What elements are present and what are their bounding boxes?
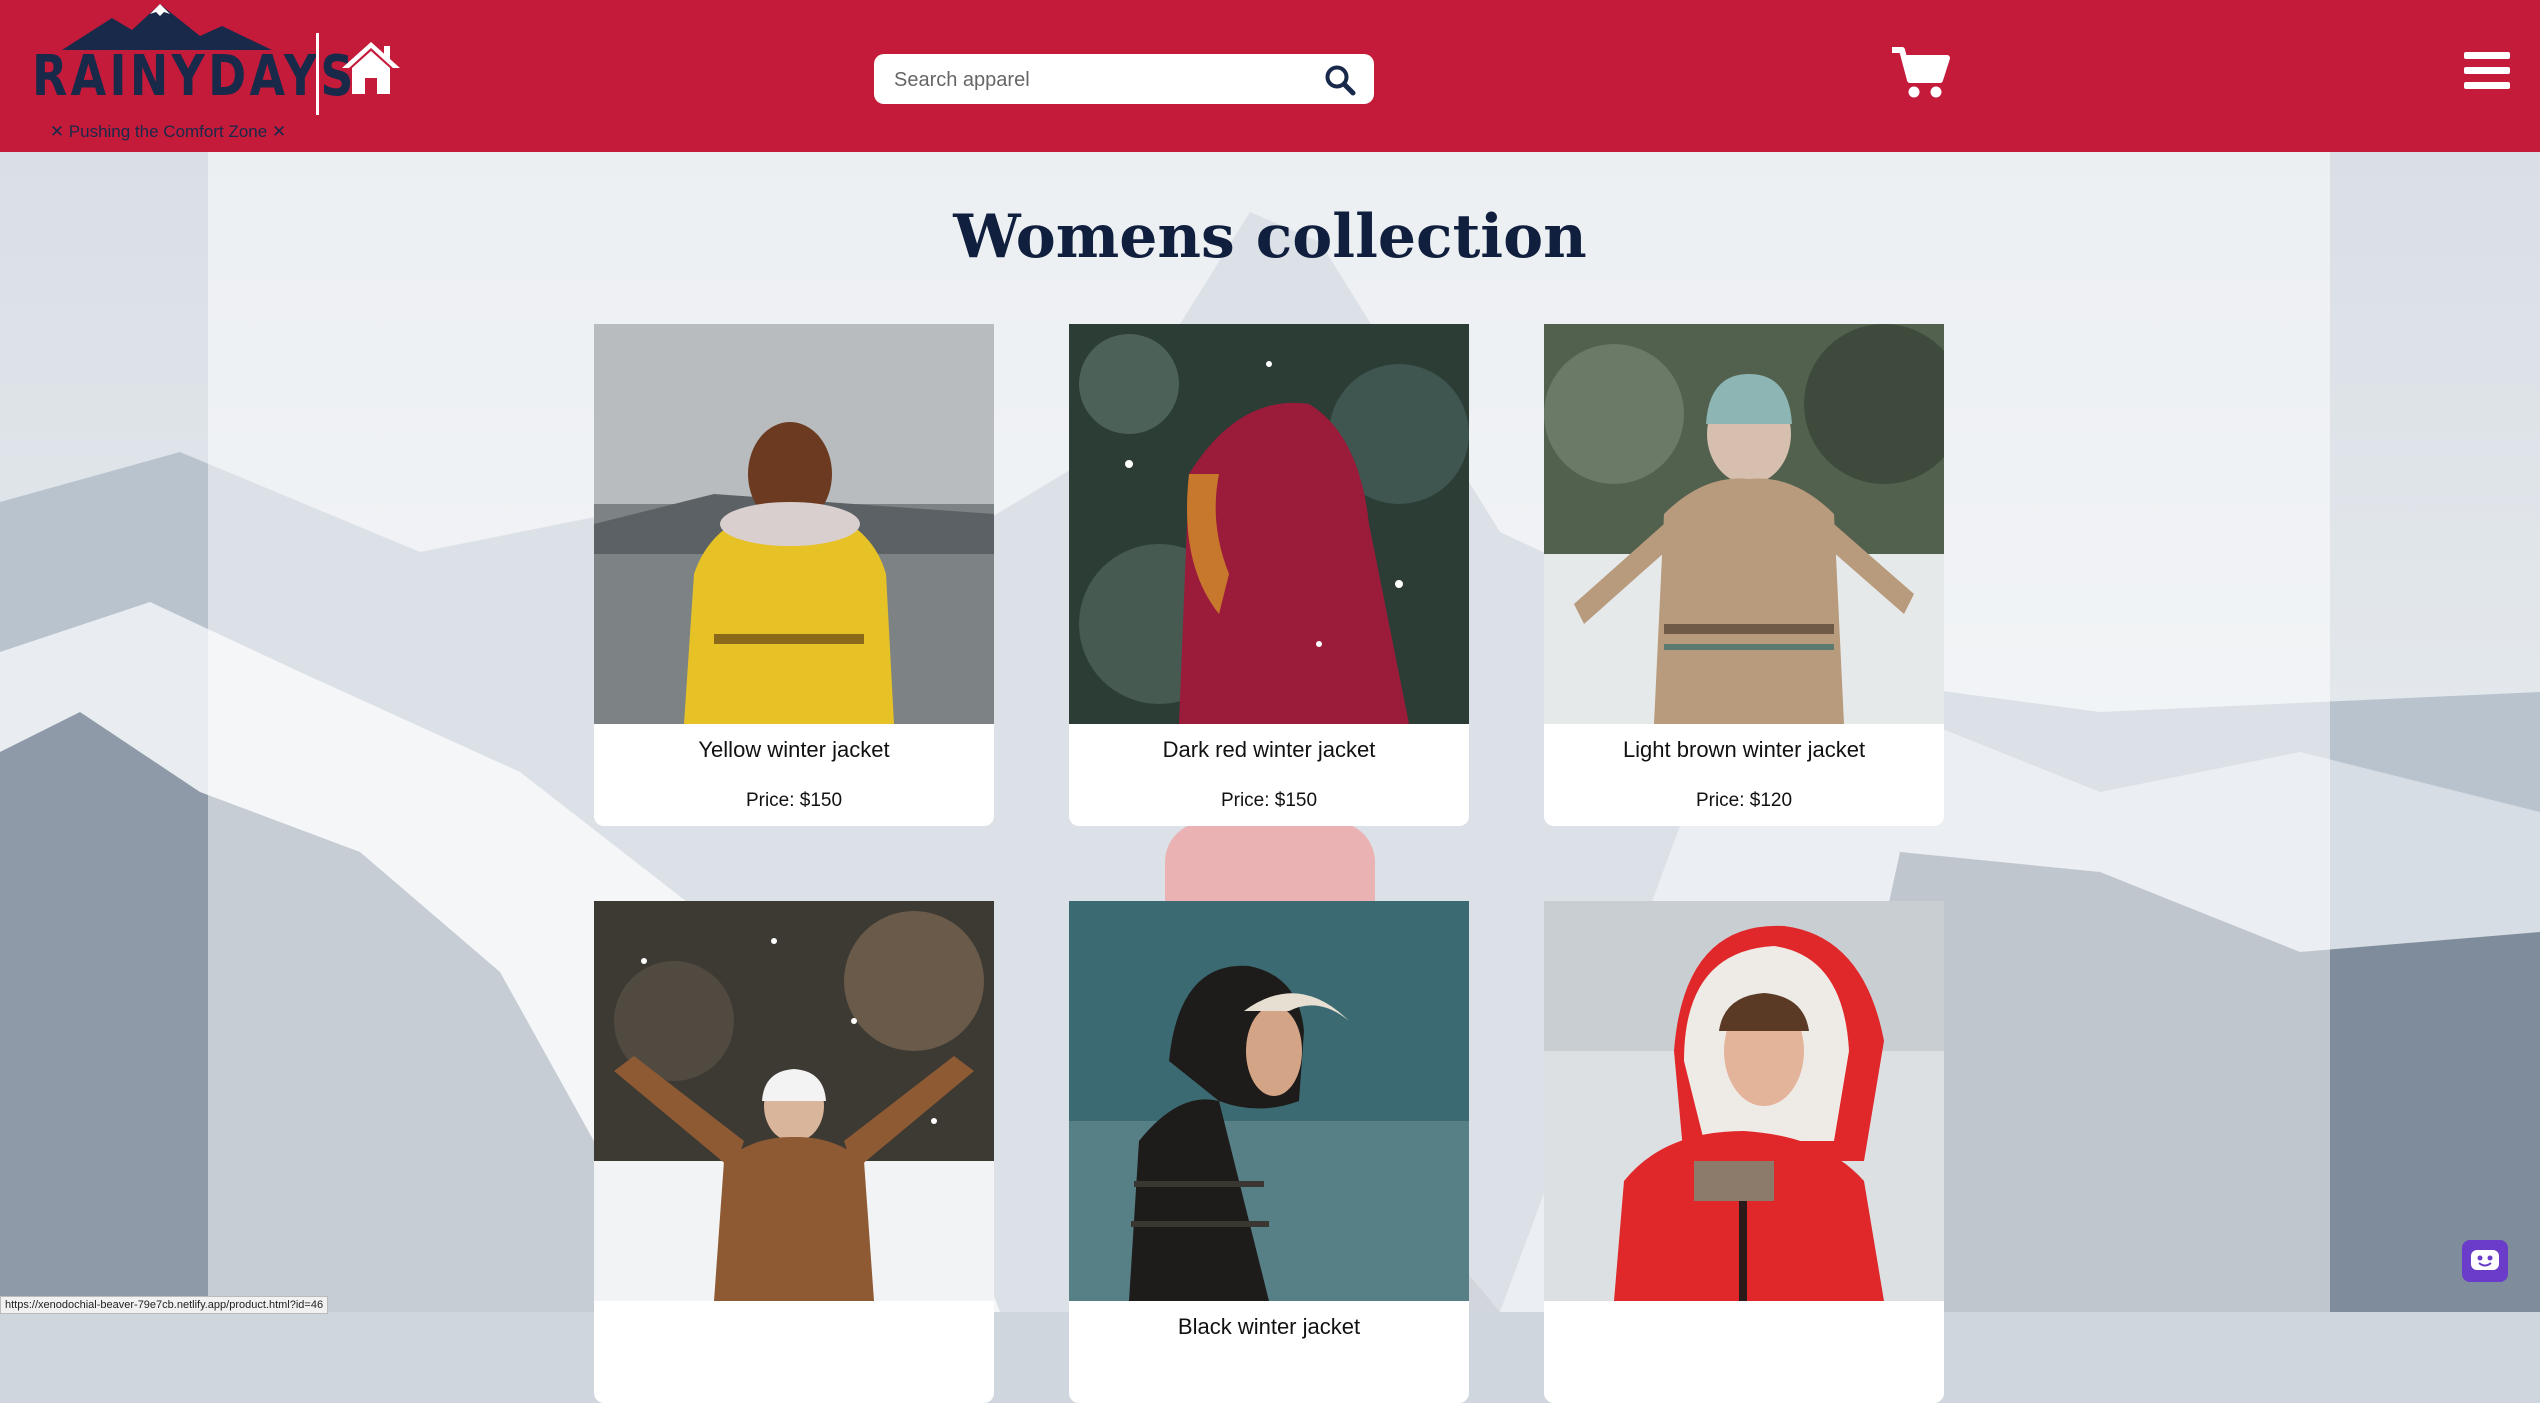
home-icon xyxy=(342,42,400,94)
page-title: Womens collection xyxy=(953,202,1587,272)
search-bar xyxy=(874,54,1374,104)
cart-icon xyxy=(1892,47,1950,98)
product-card[interactable]: Light brown winter jacket Price: $120 xyxy=(1544,324,1944,826)
chat-widget-button[interactable] xyxy=(2462,1240,2508,1282)
hamburger-menu-icon xyxy=(2464,52,2510,59)
product-name: Yellow winter jacket xyxy=(698,737,890,762)
site-header: RAINYDAYS ✕ Pushing the Comfort Zone ✕ xyxy=(0,0,2540,152)
tagline: ✕ Pushing the Comfort Zone ✕ xyxy=(49,122,287,141)
product-name: Light brown winter jacket xyxy=(1622,737,1866,762)
product-price: Price: $120 xyxy=(1695,790,1793,811)
link-status-url: https://xenodochial-beaver-79e7cb.netlif… xyxy=(0,1296,329,1314)
menu-button[interactable] xyxy=(2464,52,2510,96)
search-input[interactable] xyxy=(892,62,1296,98)
header-divider xyxy=(316,33,319,115)
product-card[interactable]: Dark red winter jacket Price: $150 xyxy=(1069,324,1469,826)
search-icon xyxy=(1325,65,1356,96)
cart-button[interactable] xyxy=(1890,44,1950,100)
product-card[interactable] xyxy=(1544,901,1944,1403)
product-image xyxy=(1544,901,1944,1301)
product-price: Price: $150 xyxy=(745,790,843,811)
product-card[interactable]: Yellow winter jacket Price: $150 xyxy=(594,324,994,826)
product-card[interactable]: Black winter jacket xyxy=(1069,901,1469,1403)
product-image xyxy=(594,324,994,724)
home-button[interactable] xyxy=(340,40,402,96)
product-card[interactable] xyxy=(594,901,994,1403)
product-image xyxy=(1069,901,1469,1301)
product-image xyxy=(594,901,994,1301)
product-name: Dark red winter jacket xyxy=(1162,737,1376,762)
chat-bot-icon xyxy=(2471,1250,2499,1270)
brand-name: RAINYDAYS xyxy=(32,44,357,109)
product-image xyxy=(1544,324,1944,724)
product-name: Black winter jacket xyxy=(1177,1314,1361,1339)
product-price: Price: $150 xyxy=(1220,790,1318,811)
search-button[interactable] xyxy=(1324,64,1356,96)
product-image xyxy=(1069,324,1469,724)
